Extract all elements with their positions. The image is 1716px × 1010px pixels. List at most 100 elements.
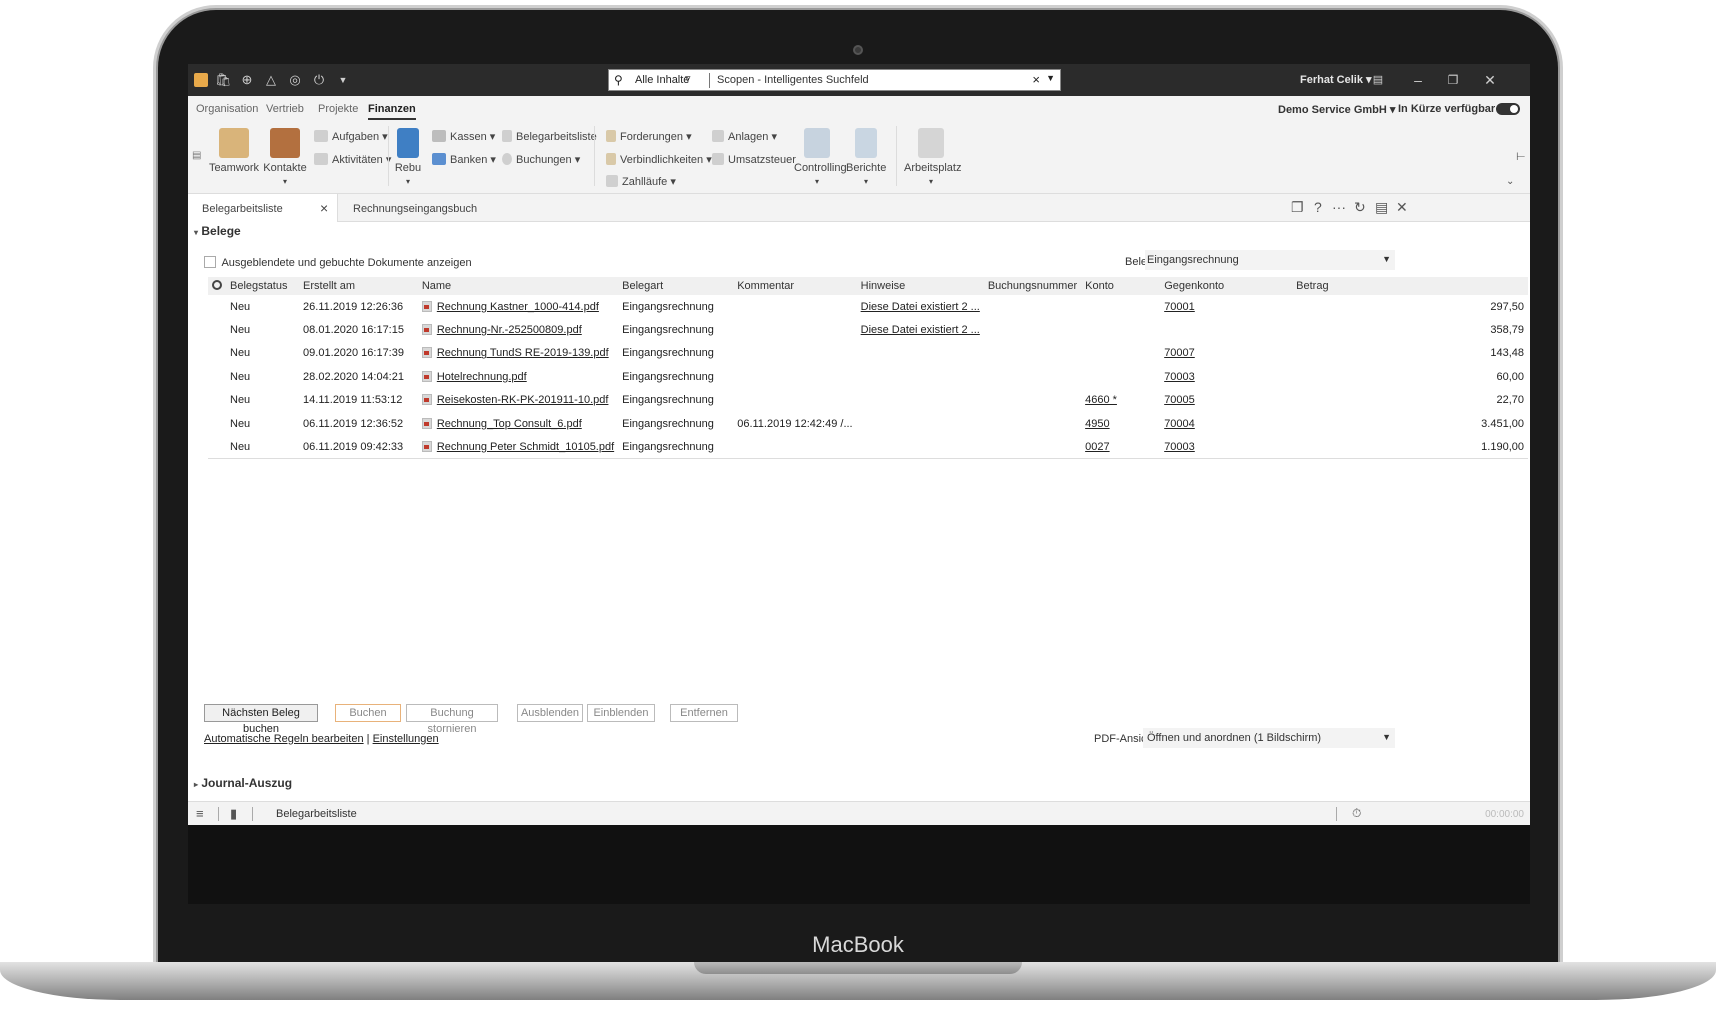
- file-name-link[interactable]: Rechnung TundS RE-2019-139.pdf: [437, 347, 609, 359]
- belegart-select[interactable]: Eingangsrechnung ▼: [1145, 250, 1395, 270]
- column-header[interactable]: Name: [417, 277, 619, 295]
- show-hidden-checkbox[interactable]: [204, 256, 216, 268]
- filter-lines-icon[interactable]: ≡: [196, 806, 204, 821]
- pin-icon[interactable]: ⊢: [1516, 150, 1526, 163]
- buchen-button[interactable]: Buchen: [335, 704, 401, 722]
- contra-account-link[interactable]: 70004: [1164, 418, 1195, 430]
- help-icon[interactable]: ?: [1314, 199, 1322, 215]
- account-link[interactable]: 0027: [1085, 441, 1109, 453]
- layout-icon[interactable]: ▤: [1368, 70, 1388, 90]
- contra-account-link[interactable]: 70001: [1164, 301, 1195, 313]
- bag-icon[interactable]: 🛍: [215, 72, 232, 88]
- power-icon[interactable]: ⏻: [311, 72, 327, 88]
- table-row[interactable]: Neu 09.01.2020 16:17:39 Rechnung TundS RE-…: [208, 342, 1528, 365]
- pdf-view-select[interactable]: Öffnen und anordnen (1 Bildschirm) ▼: [1143, 728, 1395, 748]
- forderungen-button[interactable]: Forderungen ▾: [606, 130, 692, 143]
- zahllaeufe-button[interactable]: Zahlläufe ▾: [606, 175, 676, 188]
- clear-icon[interactable]: ×: [1032, 72, 1040, 87]
- kontakte-button[interactable]: Kontakte ▾: [262, 128, 308, 186]
- file-name-link[interactable]: Rechnung_Top Consult_6.pdf: [437, 418, 582, 430]
- umsatzsteuer-button[interactable]: Umsatzsteuer: [712, 153, 796, 166]
- table-row[interactable]: Neu 06.11.2019 12:36:52 Rechnung_Top Consu…: [208, 412, 1528, 435]
- table-row[interactable]: Neu 28.02.2020 14:04:21 Hotelrechnung.pdf E…: [208, 365, 1528, 388]
- close-tab-icon[interactable]: ×: [320, 200, 328, 216]
- column-header[interactable]: Betrag: [1292, 277, 1528, 295]
- tab-finanzen[interactable]: Finanzen: [368, 103, 416, 120]
- column-header[interactable]: Erstellt am: [299, 277, 418, 295]
- contra-account-link[interactable]: 70005: [1164, 394, 1195, 406]
- contra-account-link[interactable]: 70003: [1164, 441, 1195, 453]
- tab-vertrieb[interactable]: Vertrieb: [266, 103, 304, 115]
- aktivitaeten-button[interactable]: Aktivitäten ▾: [314, 153, 391, 166]
- timer-icon[interactable]: ⏱: [1352, 806, 1361, 821]
- save-icon[interactable]: ▤: [1375, 199, 1388, 216]
- aufgaben-button[interactable]: Aufgaben ▾: [314, 130, 388, 143]
- berichte-button[interactable]: Berichte ▾: [846, 128, 886, 186]
- table-row[interactable]: Neu 06.11.2019 09:42:33 Rechnung Peter Sch…: [208, 435, 1528, 460]
- soon-toggle[interactable]: [1496, 103, 1520, 115]
- column-header[interactable]: Kommentar: [733, 277, 857, 295]
- collapse-ribbon-icon[interactable]: ⌄: [1506, 176, 1514, 187]
- company-selector[interactable]: Demo Service GmbH ▾: [1278, 103, 1395, 116]
- entfernen-button[interactable]: Entfernen: [670, 704, 738, 722]
- copy-icon[interactable]: ❐: [1291, 199, 1304, 216]
- search-dropdown-icon[interactable]: ▼: [1046, 73, 1055, 83]
- contra-account-link[interactable]: 70007: [1164, 347, 1195, 359]
- journal-section-header[interactable]: ▸ Journal-Auszug: [194, 776, 292, 790]
- column-header[interactable]: Konto: [1081, 277, 1161, 295]
- account-link[interactable]: 4660 *: [1085, 394, 1117, 406]
- hint-link[interactable]: Diese Datei existiert 2 ...: [861, 301, 980, 313]
- storno-button[interactable]: Buchung stornieren: [406, 704, 498, 735]
- kassen-button[interactable]: Kassen ▾: [432, 130, 495, 143]
- file-name-link[interactable]: Rechnung Peter Schmidt_10105.pdf: [437, 441, 614, 453]
- verbindlichkeiten-button[interactable]: Verbindlichkeiten ▾: [606, 153, 712, 166]
- show-hidden-option[interactable]: Ausgeblendete und gebuchte Dokumente anz…: [204, 256, 472, 269]
- rules-link[interactable]: Automatische Regeln bearbeiten: [204, 733, 364, 745]
- column-header[interactable]: Buchungsnummer: [983, 277, 1082, 295]
- tab-belegarbeitsliste[interactable]: Belegarbeitsliste: [188, 194, 338, 222]
- belegarbeitsliste-button[interactable]: Belegarbeitsliste: [502, 130, 597, 143]
- close-icon[interactable]: ✕: [1396, 199, 1408, 216]
- anlagen-button[interactable]: Anlagen ▾: [712, 130, 777, 143]
- settings-link[interactable]: Einstellungen: [373, 733, 439, 745]
- account-link[interactable]: 4950: [1085, 418, 1109, 430]
- minimize-button[interactable]: –: [1408, 70, 1428, 90]
- user-menu[interactable]: Ferhat Celik ▾: [1300, 73, 1372, 86]
- table-row[interactable]: Neu 14.11.2019 11:53:12 Reisekosten-RK-PK-…: [208, 389, 1528, 412]
- contra-account-link[interactable]: 70003: [1164, 371, 1195, 383]
- file-name-link[interactable]: Hotelrechnung.pdf: [437, 371, 527, 383]
- dropdown-icon[interactable]: ▼: [335, 72, 351, 88]
- table-row[interactable]: Neu 26.11.2019 12:26:36 Rechnung Kastner_1…: [208, 295, 1528, 318]
- search-scope[interactable]: Alle Inhalte: [635, 74, 689, 86]
- tab-projekte[interactable]: Projekte: [318, 103, 358, 115]
- ribbon-side-icon[interactable]: ▤: [192, 150, 201, 161]
- file-name-link[interactable]: Rechnung Kastner_1000-414.pdf: [437, 301, 599, 313]
- search-field[interactable]: ⚲ Alle Inhalte ▿ Scopen - Intelligentes …: [608, 69, 1061, 91]
- close-window-button[interactable]: ✕: [1480, 70, 1500, 90]
- table-row[interactable]: Neu 08.01.2020 16:17:15 Rechnung-Nr.-25250…: [208, 318, 1528, 341]
- arbeitsplatz-button[interactable]: Arbeitsplatz ▾: [904, 128, 961, 186]
- next-beleg-button[interactable]: Nächsten Beleg buchen: [204, 704, 318, 735]
- column-header[interactable]: Belegart: [618, 277, 734, 295]
- search-input[interactable]: Scopen - Intelligentes Suchfeld: [717, 74, 869, 86]
- bar-chart-icon[interactable]: ▮: [230, 806, 237, 822]
- restore-button[interactable]: ❐: [1443, 70, 1463, 90]
- file-name-link[interactable]: Reisekosten-RK-PK-201911-10.pdf: [437, 394, 609, 406]
- column-header[interactable]: Belegstatus: [226, 277, 300, 295]
- lifebuoy-icon[interactable]: ◎: [287, 72, 303, 88]
- filter-icon[interactable]: ▿: [685, 72, 691, 85]
- refresh-icon[interactable]: ↻: [1354, 199, 1366, 216]
- tab-organisation[interactable]: Organisation: [196, 103, 258, 115]
- ausblenden-button[interactable]: Ausblenden: [517, 704, 583, 722]
- teamwork-button[interactable]: Teamwork: [208, 128, 260, 174]
- tab-rechnungseingangsbuch[interactable]: Rechnungseingangsbuch: [339, 194, 489, 222]
- controlling-button[interactable]: Controlling ▾: [794, 128, 847, 186]
- column-header[interactable]: Gegenkonto: [1160, 277, 1293, 295]
- column-chooser[interactable]: [208, 277, 226, 295]
- einblenden-button[interactable]: Einblenden: [587, 704, 655, 722]
- hint-link[interactable]: Diese Datei existiert 2 ...: [861, 324, 980, 336]
- belege-section-header[interactable]: ▾ Belege: [194, 224, 241, 238]
- banken-button[interactable]: Banken ▾: [432, 153, 496, 166]
- rebu-button[interactable]: Rebu ▾: [392, 128, 424, 186]
- column-header[interactable]: Hinweise: [856, 277, 984, 295]
